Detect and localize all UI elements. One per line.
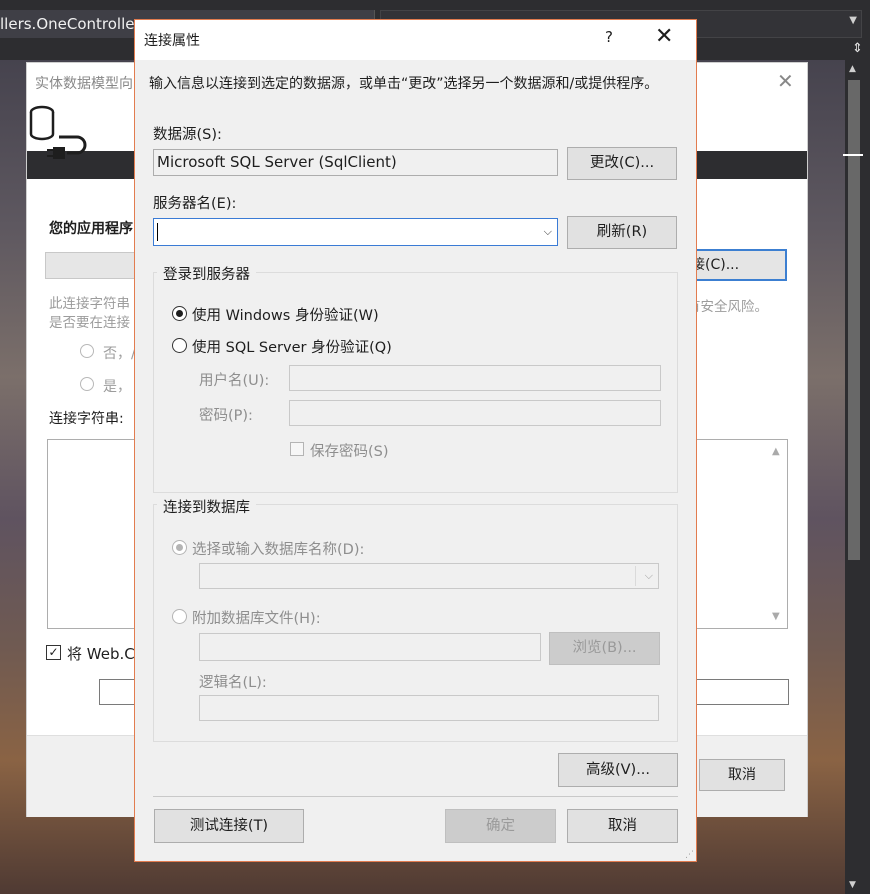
username-input[interactable] (289, 365, 661, 391)
ok-button[interactable]: 确定 (445, 809, 556, 843)
scroll-down-icon[interactable]: ▼ (849, 880, 856, 890)
attach-database-radio[interactable] (172, 609, 187, 624)
save-password-checkbox[interactable] (290, 442, 304, 456)
wizard-title: 实体数据模型向 (35, 76, 133, 92)
dialog-title: 连接属性 (144, 33, 200, 49)
data-connection-dropdown[interactable] (45, 252, 145, 279)
exclude-sensitive-radio[interactable] (80, 344, 94, 358)
resize-grip-icon[interactable]: ⋰ (685, 850, 694, 860)
wizard-question: 您的应用程序 (49, 221, 133, 237)
attach-database-label: 附加数据库文件(H): (192, 611, 321, 627)
login-group-title: 登录到服务器 (157, 263, 256, 284)
server-name-label: 服务器名(E): (153, 196, 237, 212)
chevron-down-icon[interactable]: ⌵ (645, 569, 653, 583)
chevron-down-icon[interactable]: ▼ (772, 611, 780, 622)
database-connection-icon (27, 103, 91, 159)
dialog-instructions: 输入信息以连接到选定的数据源，或单击“更改”选择另一个数据源和/或提供程序。 (149, 76, 659, 92)
scroll-up-icon[interactable]: ▲ (849, 64, 856, 74)
connection-properties-dialog: 连接属性 ? ✕ 输入信息以连接到选定的数据源，或单击“更改”选择另一个数据源和… (134, 19, 697, 862)
split-editor-icon[interactable]: ⇕ (845, 40, 870, 58)
password-input[interactable] (289, 400, 661, 426)
test-connection-button[interactable]: 测试连接(T) (154, 809, 304, 843)
save-settings-checkbox[interactable]: ✓ (46, 645, 61, 660)
include-sensitive-radio[interactable] (80, 377, 94, 391)
select-database-radio[interactable] (172, 540, 187, 555)
exclude-sensitive-label: 否，/ (103, 346, 136, 362)
scrollbar-thumb[interactable] (848, 80, 860, 560)
sql-auth-radio[interactable] (172, 338, 187, 353)
dialog-titlebar: 连接属性 ? ✕ (135, 20, 696, 60)
cancel-button[interactable]: 取消 (567, 809, 678, 843)
text-caret (157, 223, 158, 241)
username-label: 用户名(U): (199, 373, 270, 389)
connection-string-label: 连接字符串: (49, 411, 124, 427)
save-password-label: 保存密码(S) (310, 444, 389, 460)
password-label: 密码(P): (199, 408, 253, 424)
close-icon[interactable]: ✕ (777, 69, 794, 93)
database-group-title: 连接到数据库 (157, 496, 256, 517)
close-icon[interactable]: ✕ (655, 25, 673, 49)
sql-auth-label[interactable]: 使用 SQL Server 身份验证(Q) (192, 336, 392, 357)
dropdown-separator (635, 566, 636, 586)
chevron-down-icon: ▼ (849, 15, 857, 26)
data-source-label: 数据源(S): (153, 127, 222, 143)
scroll-position-marker (843, 154, 863, 156)
logical-name-input[interactable] (199, 695, 659, 721)
server-name-combobox[interactable]: ⌵ (153, 218, 558, 246)
logical-name-label: 逻辑名(L): (199, 675, 267, 691)
chevron-down-icon[interactable]: ⌵ (544, 225, 552, 239)
chevron-up-icon[interactable]: ▲ (772, 446, 780, 457)
save-settings-label: 将 Web.C (67, 645, 135, 663)
help-icon[interactable]: ? (605, 28, 613, 46)
windows-auth-radio[interactable] (172, 306, 187, 321)
security-risk-text: 有安全风险。 (687, 299, 768, 315)
database-name-combobox[interactable]: ⌵ (199, 563, 659, 589)
database-file-input[interactable] (199, 633, 541, 661)
include-sensitive-label: 是， (103, 379, 131, 395)
windows-auth-label[interactable]: 使用 Windows 身份验证(W) (192, 304, 379, 325)
wizard-cancel-button[interactable]: 取消 (699, 759, 785, 791)
select-database-label: 选择或输入数据库名称(D): (192, 542, 365, 558)
change-data-source-button[interactable]: 更改(C)... (567, 147, 677, 180)
sensitive-data-text: 此连接字符串 是否要在连接 (49, 296, 130, 331)
browse-button[interactable]: 浏览(B)... (549, 632, 660, 665)
refresh-button[interactable]: 刷新(R) (567, 216, 677, 249)
footer-divider (153, 796, 678, 797)
advanced-button[interactable]: 高级(V)... (558, 753, 678, 787)
data-source-field: Microsoft SQL Server (SqlClient) (153, 149, 558, 176)
